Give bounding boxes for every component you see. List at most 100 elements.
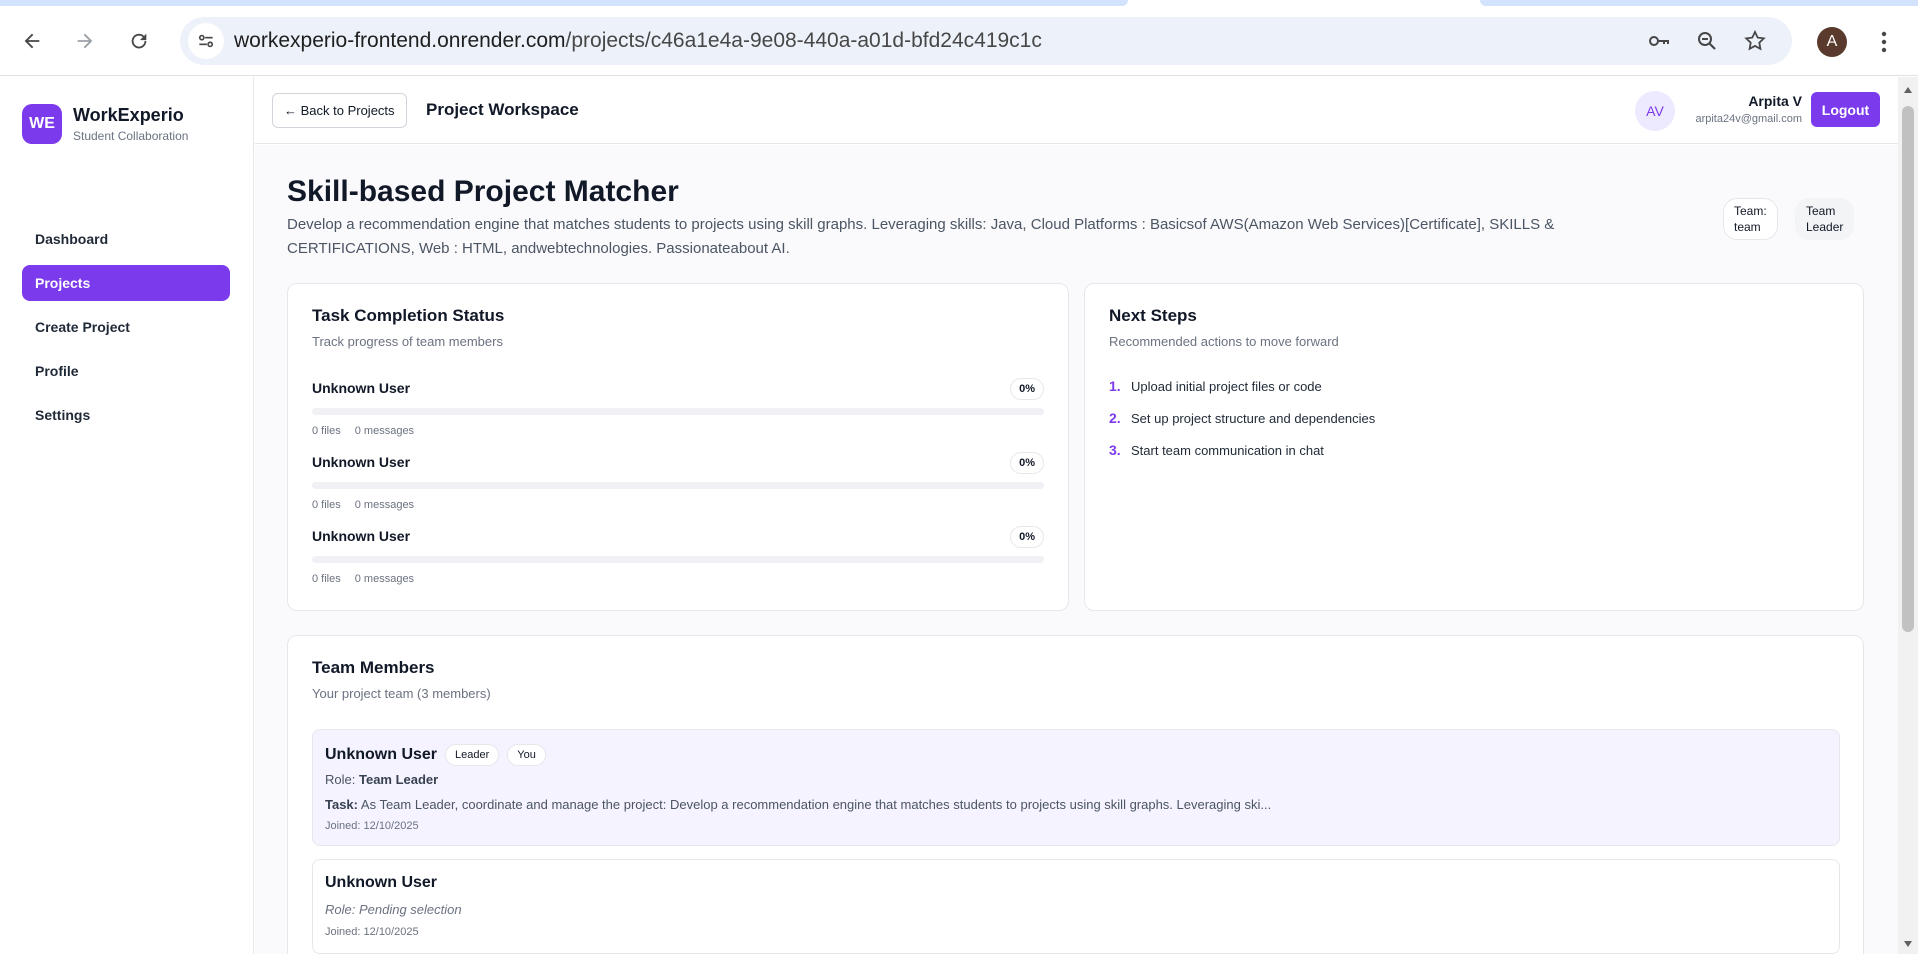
task-completion-subtitle: Track progress of team members — [312, 334, 503, 349]
you-chip: You — [507, 744, 546, 766]
role-badge-line1: Team — [1806, 204, 1836, 218]
step-text: Upload initial project files or code — [1131, 378, 1322, 394]
files-count: 0 files — [312, 425, 341, 437]
sidebar-item-create-project[interactable]: Create Project — [22, 309, 230, 345]
step-number: 1. — [1109, 378, 1121, 394]
role-pending: Role: Pending selection — [325, 902, 462, 917]
files-count: 0 files — [312, 499, 341, 511]
next-step-item: 3. Start team communication in chat — [1109, 442, 1324, 458]
progress-percent-badge: 0% — [1010, 378, 1044, 400]
zoom-icon[interactable] — [1694, 28, 1720, 54]
team-members-subtitle: Your project team (3 members) — [312, 686, 491, 701]
team-badge-line1: Team: — [1734, 204, 1767, 218]
tab-left[interactable] — [0, 0, 1128, 6]
task-completion-card: Task Completion Status Track progress of… — [287, 283, 1069, 611]
task-meta: 0 files 0 messages — [312, 573, 428, 585]
next-steps-title: Next Steps — [1109, 306, 1197, 325]
tab-strip — [0, 0, 1918, 7]
joined-date: Joined: 12/10/2025 — [325, 820, 419, 832]
progress-bar — [312, 556, 1044, 563]
role-badge-line2: Leader — [1806, 220, 1844, 234]
role-badge: Team Leader — [1795, 198, 1855, 240]
forward-arrow-icon[interactable] — [68, 24, 102, 58]
team-member-card[interactable]: Unknown User Leader You Role: Team Leade… — [312, 729, 1840, 846]
progress-bar — [312, 408, 1044, 415]
team-badge: Team: team — [1723, 198, 1778, 240]
task-value: As Team Leader, coordinate and manage th… — [360, 797, 1272, 812]
page-scrollbar[interactable] — [1898, 77, 1918, 954]
step-text: Set up project structure and dependencie… — [1131, 410, 1376, 426]
logout-button[interactable]: Logout — [1811, 92, 1880, 127]
messages-count: 0 messages — [354, 499, 415, 511]
main-content: Skill-based Project Matcher Develop a re… — [255, 145, 1898, 954]
task-user-name: Unknown User — [312, 454, 411, 470]
tab-right[interactable] — [1480, 0, 1918, 6]
progress-percent-badge: 0% — [1010, 452, 1044, 474]
app-header: ← Back to Projects Project Workspace AV … — [255, 77, 1898, 144]
member-name: Unknown User — [325, 746, 438, 763]
joined-date: Joined: 12/10/2025 — [325, 926, 419, 938]
sidebar-item-projects[interactable]: Projects — [22, 265, 230, 301]
brand-name: WorkExperio — [73, 105, 184, 125]
url-host: workexperio-frontend.onrender.com — [234, 29, 566, 52]
site-info-icon[interactable] — [188, 23, 224, 59]
member-name: Unknown User — [325, 874, 438, 891]
task-user-name: Unknown User — [312, 380, 411, 396]
next-steps-card: Next Steps Recommended actions to move f… — [1084, 283, 1864, 611]
next-step-item: 2. Set up project structure and dependen… — [1109, 410, 1375, 426]
browser-profile-avatar[interactable]: A — [1817, 27, 1847, 57]
member-header: Unknown User — [325, 874, 437, 892]
team-members-card: Team Members Your project team (3 member… — [287, 635, 1864, 954]
sidebar-item-profile[interactable]: Profile — [22, 353, 230, 389]
more-menu-icon[interactable] — [1874, 26, 1894, 58]
task-row: Unknown User 0% 0 files 0 messages — [312, 452, 1044, 528]
member-role: Role: Pending selection — [325, 902, 462, 917]
user-info: Arpita V arpita24v@gmail.com — [1695, 93, 1802, 125]
user-name: Arpita V — [1748, 93, 1802, 109]
member-task: Task: As Team Leader, coordinate and man… — [325, 797, 1271, 812]
progress-bar — [312, 482, 1044, 489]
brand-logo: WE — [22, 104, 62, 144]
task-meta: 0 files 0 messages — [312, 499, 428, 511]
messages-count: 0 messages — [354, 425, 415, 437]
url-path: /projects/c46a1e4a-9e08-440a-a01d-bfd24c… — [565, 29, 1042, 52]
sidebar-item-settings[interactable]: Settings — [22, 397, 230, 433]
task-row: Unknown User 0% 0 files 0 messages — [312, 378, 1044, 454]
step-number: 3. — [1109, 442, 1121, 458]
next-steps-subtitle: Recommended actions to move forward — [1109, 334, 1339, 349]
sidebar-item-dashboard[interactable]: Dashboard — [22, 221, 230, 257]
sidebar: WE WorkExperio Student Collaboration Das… — [0, 77, 254, 954]
scroll-up-arrow-icon[interactable] — [1903, 85, 1913, 95]
role-value: Team Leader — [358, 772, 439, 787]
scrollbar-thumb[interactable] — [1902, 106, 1914, 632]
back-arrow-icon[interactable] — [15, 24, 49, 58]
brand[interactable]: WE WorkExperio Student Collaboration — [22, 104, 188, 144]
scroll-down-arrow-icon[interactable] — [1903, 939, 1913, 949]
next-step-item: 1. Upload initial project files or code — [1109, 378, 1322, 394]
project-description: Develop a recommendation engine that mat… — [287, 216, 1555, 257]
user-email: arpita24v@gmail.com — [1695, 113, 1802, 125]
team-badge-line2: team — [1734, 220, 1761, 234]
task-meta: 0 files 0 messages — [312, 425, 428, 437]
role-label: Role: — [325, 772, 356, 787]
avatar[interactable]: AV — [1635, 91, 1675, 131]
address-bar[interactable]: workexperio-frontend.onrender.com/projec… — [180, 17, 1792, 65]
browser-toolbar: workexperio-frontend.onrender.com/projec… — [0, 0, 1918, 76]
progress-percent-badge: 0% — [1010, 526, 1044, 548]
project-title: Skill-based Project Matcher — [287, 175, 679, 208]
messages-count: 0 messages — [354, 573, 415, 585]
member-header: Unknown User Leader You — [325, 744, 546, 766]
reload-icon[interactable] — [122, 24, 156, 58]
task-completion-title: Task Completion Status — [312, 306, 505, 325]
key-icon[interactable] — [1646, 28, 1672, 54]
step-text: Start team communication in chat — [1131, 442, 1324, 458]
bookmark-star-icon[interactable] — [1742, 28, 1768, 54]
files-count: 0 files — [312, 573, 341, 585]
task-user-name: Unknown User — [312, 528, 411, 544]
page-title: Project Workspace — [426, 100, 579, 119]
team-member-card[interactable]: Unknown User Role: Pending selection Joi… — [312, 859, 1840, 954]
brand-subtitle: Student Collaboration — [73, 129, 189, 143]
back-to-projects-button[interactable]: ← Back to Projects — [272, 93, 407, 128]
team-members-title: Team Members — [312, 658, 435, 677]
url-text[interactable]: workexperio-frontend.onrender.com/projec… — [234, 29, 1042, 53]
